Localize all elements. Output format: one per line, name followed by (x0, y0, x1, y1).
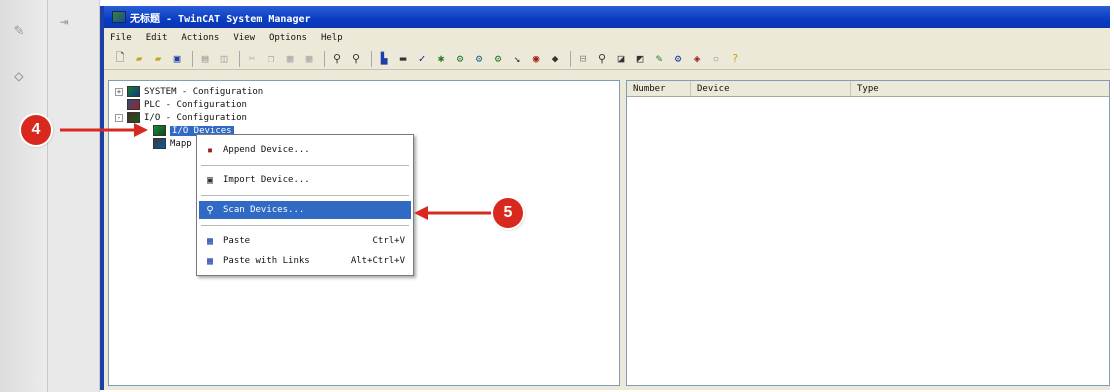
tag-icon[interactable]: ◆ (547, 51, 563, 67)
outer-side-panel: ✎ ◇ ⇥ (0, 0, 100, 392)
column-type[interactable]: Type (851, 81, 1109, 96)
activate-config-icon[interactable]: ▙ (376, 51, 392, 67)
help-icon[interactable]: ? (727, 51, 743, 67)
cfg-icon[interactable]: ⚙ (670, 51, 686, 67)
open-folder-icon[interactable]: ▰ (150, 51, 166, 67)
menu-item-label: Paste (223, 236, 251, 246)
paste-icon[interactable]: ▦ (282, 51, 298, 67)
monitor-icon[interactable]: ◪ (613, 51, 629, 67)
expand-icon[interactable]: + (115, 87, 123, 96)
collapse-icon[interactable]: ⊟ (575, 51, 591, 67)
tree-item-label: Mapp (170, 138, 192, 149)
copy-icon[interactable]: ❐ (263, 51, 279, 67)
tree-item-system[interactable]: + SYSTEM - Configuration (115, 85, 263, 98)
menu-actions[interactable]: Actions (181, 33, 219, 43)
debug-icon[interactable]: ◉ (528, 51, 544, 67)
run-mode-icon[interactable]: ▬ (395, 51, 411, 67)
menu-item-append-device[interactable]: ▪ Append Device... (199, 141, 411, 159)
mappings-icon (153, 138, 166, 149)
import-device-icon: ▣ (206, 174, 214, 186)
info-icon[interactable]: ▫ (708, 51, 724, 67)
paste-icon: ▦ (206, 235, 214, 247)
build-icon[interactable]: ✱ (433, 51, 449, 67)
print-preview-icon[interactable]: ◫ (216, 51, 232, 67)
tree-item-label: SYSTEM - Configuration (144, 86, 264, 97)
tree-item-label: I/O - Configuration (144, 112, 247, 123)
scan-devices-icon: ⚲ (206, 204, 214, 216)
title-bar[interactable]: 无标题 - TwinCAT System Manager (104, 6, 1110, 28)
scan-icon[interactable]: ⚙ (490, 51, 506, 67)
paste-special-icon[interactable]: ▦ (301, 51, 317, 67)
menu-item-scan-devices[interactable]: ⚲ Scan Devices... (199, 201, 411, 219)
menu-item-shortcut: Alt+Ctrl+V (350, 256, 405, 266)
menu-item-import-device[interactable]: ▣ Import Device... (199, 171, 411, 189)
callout-arrow-5 (414, 206, 492, 220)
check-icon[interactable]: ✓ (414, 51, 430, 67)
plc-config-icon (127, 99, 140, 110)
open-icon[interactable]: ▰ (131, 51, 147, 67)
pen-icon[interactable]: ✎ (14, 20, 24, 39)
menu-item-paste-with-links[interactable]: ▦ Paste with Links Alt+Ctrl+V (199, 252, 411, 270)
save-icon[interactable]: ▣ (169, 51, 185, 67)
cut-icon[interactable]: ✂ (244, 51, 260, 67)
new-icon[interactable]: 🗋 (112, 51, 128, 67)
menu-separator (201, 195, 409, 196)
append-device-icon: ▪ (206, 144, 214, 156)
context-menu: ▪ Append Device... ▣ Import Device... ⚲ … (196, 134, 414, 276)
collapse-icon[interactable]: - (115, 113, 123, 122)
menu-item-label: Append Device... (223, 145, 310, 155)
edit-icon[interactable]: ✎ (651, 51, 667, 67)
menu-item-label: Scan Devices... (223, 205, 305, 215)
toolbar-separator (192, 50, 193, 67)
menu-item-paste[interactable]: ▦ Paste Ctrl+V (199, 232, 411, 250)
outer-side-strip: ✎ ◇ (0, 0, 48, 392)
find-icon[interactable]: ⚲ (329, 51, 345, 67)
toolbar: 🗋 ▰ ▰ ▣ ▤ ◫ ✂ ❐ ▦ ▦ ⚲ ⚲ ▙ ▬ ✓ ✱ ⚙ ⚙ ⚙ ↘ … (104, 48, 1110, 70)
layers-icon[interactable]: ◇ (14, 66, 24, 85)
find-next-icon[interactable]: ⚲ (348, 51, 364, 67)
tree-item-mappings[interactable]: Mapp (153, 137, 192, 150)
menu-separator (201, 165, 409, 166)
menu-help[interactable]: Help (321, 33, 343, 43)
link-icon[interactable]: ⚙ (452, 51, 468, 67)
menu-options[interactable]: Options (269, 33, 307, 43)
tree-item-label: PLC - Configuration (144, 99, 247, 110)
menu-bar: File Edit Actions View Options Help (104, 30, 1110, 46)
chart-icon[interactable]: ◩ (632, 51, 648, 67)
paste-links-icon: ▦ (206, 255, 214, 267)
toolbar-separator (371, 50, 372, 67)
callout-badge-4: 4 (21, 115, 51, 145)
menu-item-label: Paste with Links (223, 256, 310, 266)
menu-edit[interactable]: Edit (146, 33, 168, 43)
system-config-icon (127, 86, 140, 97)
list-header: Number Device Type (627, 81, 1109, 97)
menu-item-label: Import Device... (223, 175, 310, 185)
menu-file[interactable]: File (110, 33, 132, 43)
toolbar-separator (239, 50, 240, 67)
print-icon[interactable]: ▤ (197, 51, 213, 67)
menu-view[interactable]: View (233, 33, 255, 43)
restart-icon[interactable]: ⚙ (471, 51, 487, 67)
column-number[interactable]: Number (627, 81, 691, 96)
menu-separator (201, 225, 409, 226)
io-devices-icon (153, 125, 166, 136)
column-device[interactable]: Device (691, 81, 851, 96)
sidebar-toggle-icon[interactable]: ⇥ (60, 14, 68, 30)
device-list-pane[interactable]: Number Device Type (626, 80, 1110, 386)
callout-badge-5: 5 (493, 198, 523, 228)
window-title: 无标题 - TwinCAT System Manager (130, 13, 311, 25)
zoom-icon[interactable]: ⚲ (594, 51, 610, 67)
callout-arrow-4 (60, 123, 148, 137)
tree-item-plc[interactable]: PLC - Configuration (127, 98, 247, 111)
toolbar-separator (324, 50, 325, 67)
toolbar-separator (570, 50, 571, 67)
tree-icon[interactable]: ↘ (509, 51, 525, 67)
record-icon[interactable]: ◈ (689, 51, 705, 67)
app-icon (112, 11, 126, 23)
menu-item-shortcut: Ctrl+V (372, 236, 405, 246)
